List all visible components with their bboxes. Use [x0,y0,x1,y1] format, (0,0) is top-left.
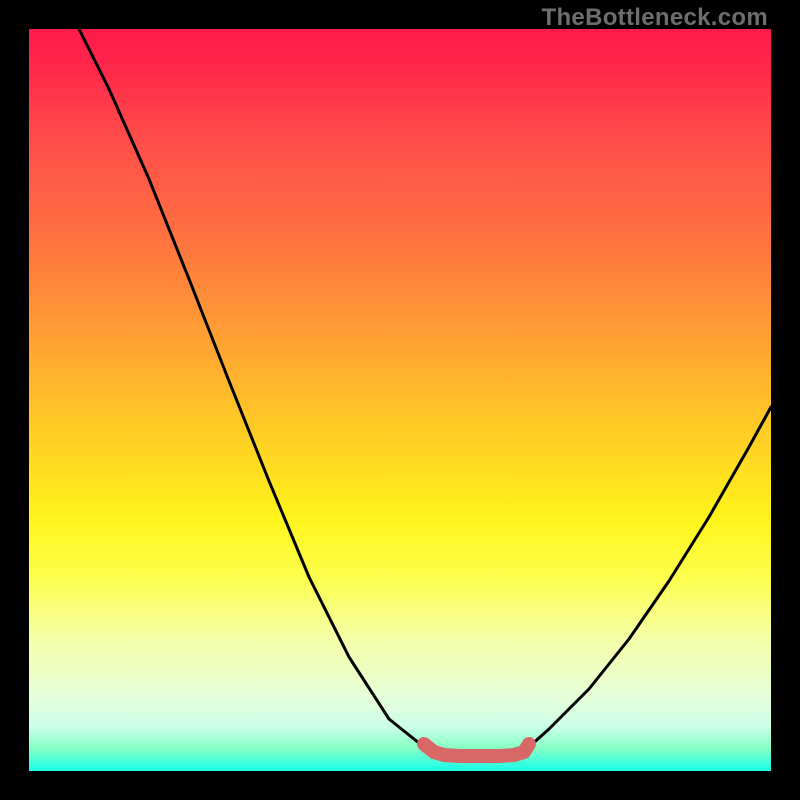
plot-area [29,29,771,771]
chart-canvas [29,29,771,771]
watermark-text: TheBottleneck.com [542,4,768,32]
chart-frame: TheBottleneck.com [0,0,800,800]
series-bottleneck-curve [79,29,771,755]
series-optimal-band [424,744,529,756]
